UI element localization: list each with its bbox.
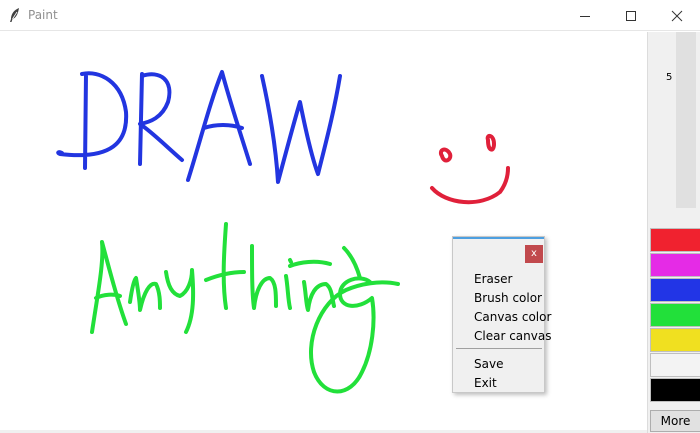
title-bar: Paint (0, 0, 700, 31)
minimize-icon (580, 15, 590, 17)
close-button[interactable] (654, 0, 700, 31)
window-title: Paint (28, 8, 58, 22)
menu-close-button[interactable]: x (525, 245, 543, 263)
drawing-canvas[interactable] (0, 32, 647, 430)
feather-icon (10, 8, 19, 22)
color-swatch-white[interactable] (650, 353, 700, 377)
context-menu: x Eraser Brush color Canvas color Clear … (452, 236, 551, 393)
smiley-strokes (430, 133, 510, 205)
tool-panel: 5 More (647, 32, 700, 433)
close-icon (671, 10, 683, 21)
menu-item-clear-canvas[interactable]: Clear canvas (474, 329, 551, 343)
draw-strokes (56, 70, 342, 184)
anything-strokes (90, 222, 400, 394)
menu-separator (456, 348, 542, 349)
minimize-button[interactable] (562, 0, 608, 31)
color-swatch-magenta[interactable] (650, 253, 700, 277)
brush-size-slider[interactable] (676, 32, 696, 208)
menu-item-eraser[interactable]: Eraser (474, 272, 512, 286)
maximize-icon (626, 10, 636, 21)
color-swatch-yellow[interactable] (650, 328, 700, 352)
color-swatch-blue[interactable] (650, 278, 700, 302)
menu-item-brush-color[interactable]: Brush color (474, 291, 542, 305)
canvas-drawing (56, 70, 510, 394)
menu-item-canvas-color[interactable]: Canvas color (474, 310, 551, 324)
menu-tearoff[interactable] (453, 237, 544, 239)
menu-item-exit[interactable]: Exit (474, 376, 497, 390)
color-swatch-green[interactable] (650, 303, 700, 327)
brush-size-value: 5 (666, 72, 673, 83)
color-swatch-red[interactable] (650, 228, 700, 252)
menu-item-save[interactable]: Save (474, 357, 503, 371)
more-colors-button[interactable]: More (650, 410, 700, 432)
color-swatch-black[interactable] (650, 378, 700, 402)
maximize-button[interactable] (608, 0, 654, 31)
